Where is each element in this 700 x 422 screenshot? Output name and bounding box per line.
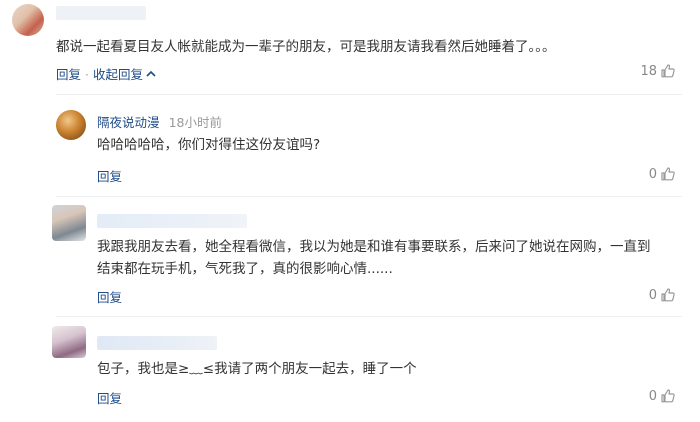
username-redacted — [97, 214, 247, 228]
reply-button[interactable]: 回复 — [97, 388, 122, 407]
thumbs-up-icon — [661, 288, 675, 302]
reply-text: 包子，我也是≥﹏≤我请了两个朋友一起去，睡了一个 — [97, 361, 417, 377]
thumbs-up-icon — [661, 167, 675, 181]
thumbs-up-icon — [661, 389, 675, 403]
like-button[interactable]: 0 — [649, 166, 676, 182]
reply-text-line-2: 结束都在玩手机，气死我了，真的很影响心情...... — [97, 261, 393, 277]
divider — [56, 316, 682, 317]
divider — [56, 94, 682, 95]
avatar — [52, 326, 86, 358]
username-redacted — [56, 6, 146, 20]
reply-text-line-1: 我跟我朋友去看，她全程看微信，我以为她是和谁有事要联系，后来问了她说在网购，一直… — [97, 239, 651, 255]
divider — [56, 196, 682, 197]
collapse-replies-button[interactable]: 收起回复 — [93, 67, 156, 82]
comment-text: 都说一起看夏目友人帐就能成为一辈子的朋友，可是我朋友请我看然后她睡着了。。。 — [56, 39, 556, 55]
avatar — [56, 110, 86, 140]
reply-header: 隔夜说动漫 18小时前 — [97, 112, 222, 131]
reply-text: 哈哈哈哈哈，你们对得住这份友谊吗? — [97, 137, 321, 153]
avatar — [52, 205, 86, 241]
like-count: 18 — [640, 63, 657, 79]
like-button[interactable]: 18 — [640, 63, 676, 79]
reply-button[interactable]: 回复 — [97, 166, 122, 185]
reply-timestamp: 18小时前 — [168, 115, 223, 130]
avatar — [12, 4, 44, 36]
comment-actions: 回复 · 收起回复 — [56, 64, 156, 83]
collapse-replies-label: 收起回复 — [93, 67, 144, 82]
reply-button[interactable]: 回复 — [56, 67, 81, 82]
reply-username[interactable]: 隔夜说动漫 — [97, 115, 160, 130]
chevron-up-icon — [146, 70, 156, 77]
like-count: 0 — [648, 287, 657, 303]
reply-button[interactable]: 回复 — [97, 287, 122, 306]
thumbs-up-icon — [661, 64, 675, 78]
username-redacted — [97, 336, 217, 350]
action-separator: · — [85, 67, 89, 82]
like-count: 0 — [648, 388, 657, 404]
like-button[interactable]: 0 — [649, 388, 676, 404]
like-button[interactable]: 0 — [649, 287, 676, 303]
like-count: 0 — [648, 166, 657, 182]
